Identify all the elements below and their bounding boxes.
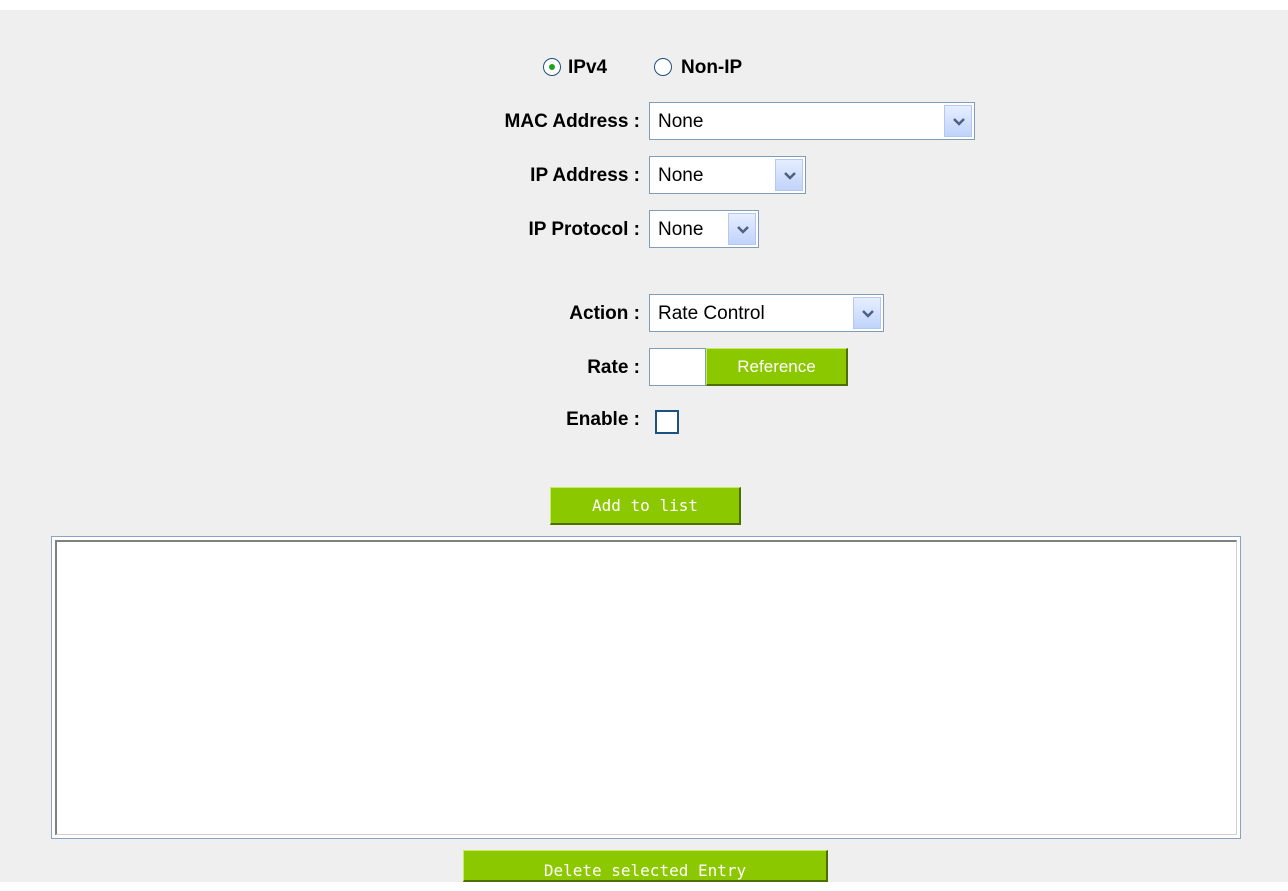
mac-address-label: MAC Address : <box>504 111 640 132</box>
mac-address-dropdown-button[interactable] <box>944 105 972 137</box>
entries-listbox[interactable] <box>51 536 1241 839</box>
mac-address-select[interactable]: None <box>649 102 975 140</box>
chevron-down-icon <box>862 310 874 318</box>
ip-protocol-dropdown-button[interactable] <box>728 213 756 245</box>
rate-input[interactable] <box>649 348 706 386</box>
enable-label: Enable : <box>566 409 640 430</box>
action-dropdown-button[interactable] <box>853 297 881 329</box>
ip-protocol-value: None <box>658 219 704 240</box>
action-select[interactable]: Rate Control <box>649 294 884 332</box>
enable-checkbox[interactable] <box>655 410 679 434</box>
mac-address-value: None <box>658 111 704 132</box>
chevron-down-icon <box>784 172 796 180</box>
ip-address-select[interactable]: None <box>649 156 806 194</box>
ipv4-label[interactable]: IPv4 <box>568 57 607 79</box>
action-value: Rate Control <box>658 303 765 324</box>
rate-label: Rate : <box>587 357 640 378</box>
action-label: Action : <box>569 303 640 324</box>
ipv4-radio[interactable] <box>543 58 561 76</box>
chevron-down-icon <box>737 226 749 234</box>
non-ip-radio[interactable] <box>654 58 672 76</box>
non-ip-label[interactable]: Non-IP <box>681 57 742 79</box>
add-to-list-button[interactable]: Add to list <box>550 487 741 525</box>
entries-listbox-inner <box>55 540 1237 835</box>
chevron-down-icon <box>953 118 965 126</box>
delete-selected-entry-button[interactable]: Delete selected Entry <box>463 850 828 882</box>
ip-protocol-label: IP Protocol : <box>528 219 640 240</box>
ip-address-value: None <box>658 165 704 186</box>
ip-protocol-select[interactable]: None <box>649 210 759 248</box>
reference-button[interactable]: Reference <box>706 348 848 386</box>
ip-address-label: IP Address : <box>530 165 640 186</box>
radio-selected-dot-icon <box>549 64 555 70</box>
ip-address-dropdown-button[interactable] <box>775 159 803 191</box>
